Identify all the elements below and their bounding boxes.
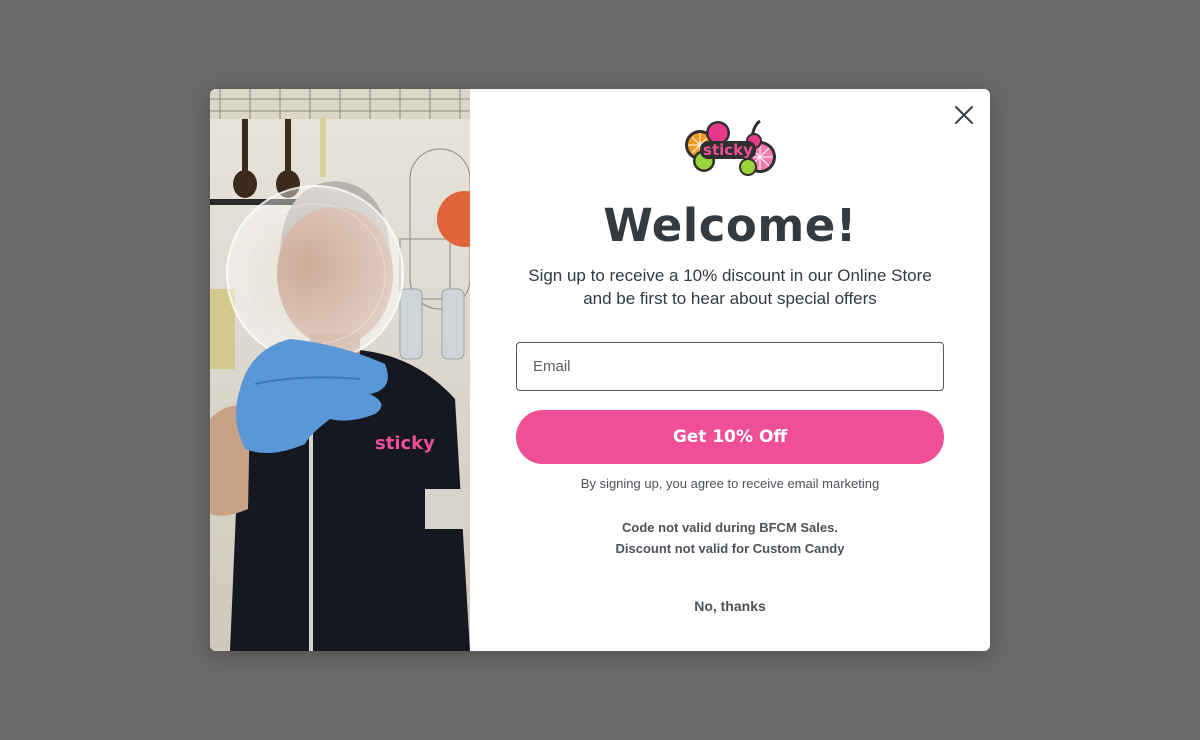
- welcome-title: Welcome!: [603, 199, 857, 252]
- no-thanks-button[interactable]: No, thanks: [470, 598, 990, 614]
- signup-content: sticky Welcome! Sign up to receive a 10%…: [470, 89, 990, 651]
- consent-text: By signing up, you agree to receive emai…: [580, 476, 880, 491]
- sticky-logo: sticky: [682, 119, 778, 179]
- offer-subtitle: Sign up to receive a 10% discount in our…: [500, 264, 960, 310]
- candy-maker-photo: sticky: [210, 89, 470, 651]
- close-icon: [955, 106, 973, 124]
- email-input[interactable]: [516, 342, 944, 391]
- signup-modal: sticky sticky Welcome! Sign up to receiv…: [210, 89, 990, 651]
- logo-wordmark: sticky: [703, 141, 753, 159]
- discount-terms: Code not valid during BFCM Sales. Discou…: [470, 517, 990, 559]
- shirt-logo-text: sticky: [375, 433, 435, 454]
- terms-line-1: Code not valid during BFCM Sales.: [622, 520, 838, 535]
- subtitle-line-2: and be first to hear about special offer…: [583, 289, 877, 308]
- get-discount-button[interactable]: Get 10% Off: [516, 410, 944, 464]
- subtitle-line-1: Sign up to receive a 10% discount in our…: [528, 266, 932, 285]
- close-button[interactable]: [952, 103, 976, 127]
- terms-line-2: Discount not valid for Custom Candy: [615, 541, 845, 556]
